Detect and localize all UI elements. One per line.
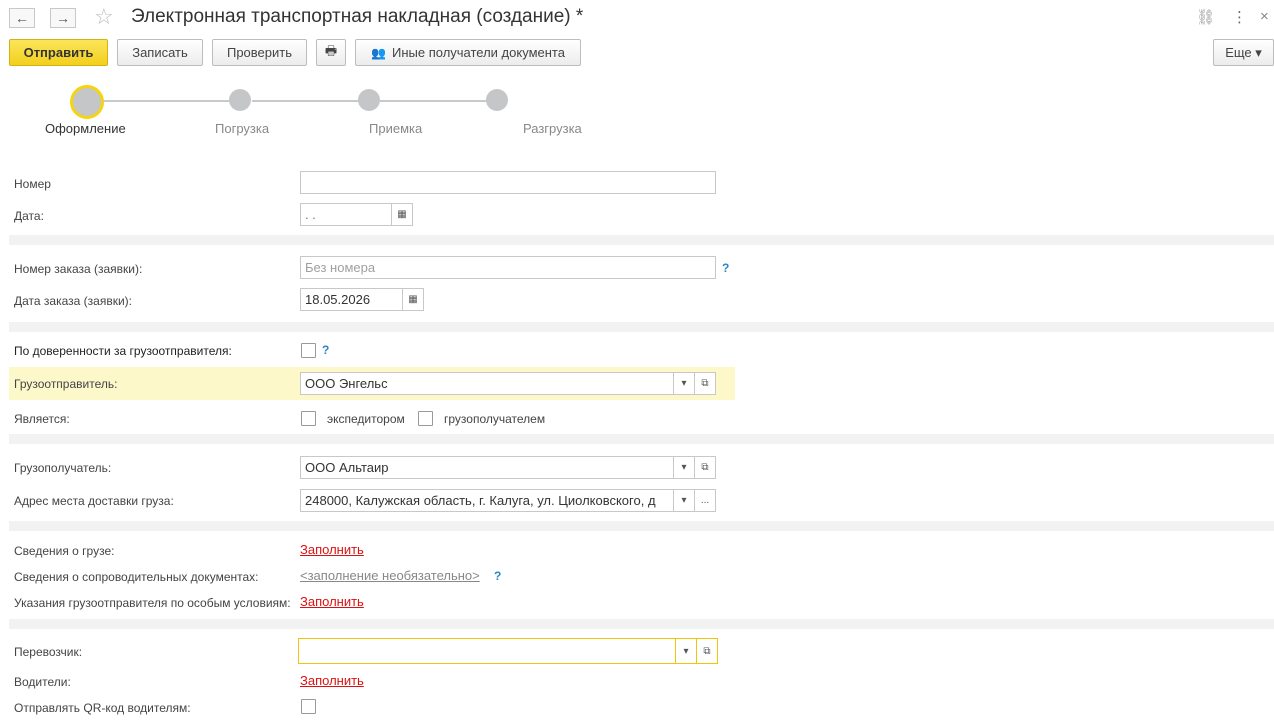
section-divider: [9, 322, 1274, 332]
more-actions-icon[interactable]: ⋮: [1232, 8, 1247, 26]
carrier-label: Перевозчик:: [14, 645, 83, 659]
order-date-calendar-button[interactable]: ▦: [402, 288, 424, 311]
step-dot-acceptance[interactable]: [358, 89, 380, 111]
back-button[interactable]: ←: [9, 8, 35, 28]
step-connector: [252, 100, 362, 102]
number-label: Номер: [14, 177, 51, 191]
forwarder-label[interactable]: экспедитором: [327, 412, 405, 426]
address-dropdown-button[interactable]: ▾: [673, 489, 695, 512]
consignee-input[interactable]: ООО Альтаир: [300, 456, 674, 479]
save-button[interactable]: Записать: [117, 39, 203, 66]
drivers-label: Водители:: [14, 675, 71, 689]
other-recipients-button[interactable]: 👥 Иные получатели документа: [355, 39, 581, 66]
favorite-star-icon[interactable]: ☆: [94, 4, 114, 30]
section-divider: [9, 434, 1274, 444]
consignee-open-button[interactable]: ⧉: [694, 456, 716, 479]
step-label-unloading[interactable]: Разгрузка: [523, 121, 582, 136]
proxy-help-icon[interactable]: ?: [322, 343, 329, 357]
carrier-input[interactable]: [298, 638, 676, 664]
chevron-down-icon: ▾: [681, 495, 687, 506]
address-label: Адрес места доставки груза:: [14, 494, 174, 508]
open-icon: ⧉: [701, 462, 709, 473]
step-label-loading[interactable]: Погрузка: [215, 121, 269, 136]
proxy-label: По доверенности за грузоотправителя:: [14, 344, 232, 358]
open-icon: ⧉: [703, 645, 711, 657]
carrier-dropdown-button[interactable]: ▾: [675, 638, 697, 664]
drivers-fill-link[interactable]: Заполнить: [300, 673, 364, 688]
order-number-input[interactable]: Без номера: [300, 256, 716, 279]
consignee-checkbox[interactable]: [418, 411, 433, 426]
step-dot-unloading[interactable]: [486, 89, 508, 111]
check-button[interactable]: Проверить: [212, 39, 307, 66]
open-icon: ⧉: [701, 378, 709, 389]
cargo-fill-link[interactable]: Заполнить: [300, 542, 364, 557]
order-number-placeholder: Без номера: [305, 260, 376, 275]
step-dot-loading[interactable]: [229, 89, 251, 111]
conditions-label: Указания грузоотправителя по особым усло…: [14, 596, 291, 610]
consignee-checkbox-label[interactable]: грузополучателем: [444, 412, 545, 426]
shipper-input[interactable]: ООО Энгельс: [300, 372, 674, 395]
forwarder-checkbox[interactable]: [301, 411, 316, 426]
is-label: Является:: [14, 412, 70, 426]
shipper-label: Грузоотправитель:: [14, 377, 118, 391]
docs-label: Сведения о сопроводительных документах:: [14, 570, 259, 584]
arrow-right-icon: →: [56, 10, 70, 26]
number-input[interactable]: [300, 171, 716, 194]
address-input[interactable]: 248000, Калужская область, г. Калуга, ул…: [300, 489, 674, 512]
consignee-dropdown-button[interactable]: ▾: [673, 456, 695, 479]
link-icon[interactable]: ⛓: [1196, 8, 1215, 26]
forward-button[interactable]: →: [50, 8, 76, 28]
carrier-open-button[interactable]: ⧉: [696, 638, 718, 664]
step-connector: [380, 100, 490, 102]
step-connector: [96, 100, 232, 102]
qr-checkbox[interactable]: [301, 699, 316, 714]
section-divider: [9, 235, 1274, 245]
print-button[interactable]: 🖶: [316, 39, 346, 66]
shipper-dropdown-button[interactable]: ▾: [673, 372, 695, 395]
printer-icon: 🖶: [324, 42, 338, 58]
docs-help-icon[interactable]: ?: [494, 569, 501, 583]
arrow-left-icon: ←: [15, 10, 29, 26]
step-dot-design[interactable]: [70, 85, 104, 119]
qr-label: Отправлять QR-код водителям:: [14, 701, 191, 715]
step-label-design[interactable]: Оформление: [45, 121, 126, 136]
close-icon[interactable]: ×: [1260, 8, 1269, 25]
date-label: Дата:: [14, 209, 44, 223]
shipper-open-button[interactable]: ⧉: [694, 372, 716, 395]
date-input[interactable]: . .: [300, 203, 392, 226]
cargo-label: Сведения о грузе:: [14, 544, 115, 558]
order-date-input[interactable]: 18.05.2026: [300, 288, 403, 311]
chevron-down-icon: ▾: [681, 378, 687, 389]
users-icon: 👥: [371, 45, 386, 60]
order-date-label: Дата заказа (заявки):: [14, 294, 132, 308]
chevron-down-icon: ▾: [683, 645, 689, 657]
docs-link[interactable]: <заполнение необязательно>: [300, 568, 480, 583]
section-divider: [9, 521, 1274, 531]
proxy-checkbox[interactable]: [301, 343, 316, 358]
step-label-acceptance[interactable]: Приемка: [369, 121, 422, 136]
calendar-icon: ▦: [397, 209, 407, 220]
conditions-fill-link[interactable]: Заполнить: [300, 594, 364, 609]
chevron-down-icon: ▾: [681, 462, 687, 473]
calendar-icon: ▦: [408, 294, 418, 305]
ellipsis-icon: ...: [700, 495, 710, 506]
order-number-label: Номер заказа (заявки):: [14, 262, 143, 276]
more-button[interactable]: Еще ▾: [1213, 39, 1274, 66]
address-select-button[interactable]: ...: [694, 489, 716, 512]
other-recipients-label: Иные получатели документа: [392, 45, 565, 60]
consignee-label: Грузополучатель:: [14, 461, 112, 475]
section-divider: [9, 619, 1274, 629]
date-calendar-button[interactable]: ▦: [391, 203, 413, 226]
send-button[interactable]: Отправить: [9, 39, 108, 66]
order-number-help-icon[interactable]: ?: [722, 261, 729, 275]
page-title: Электронная транспортная накладная (созд…: [131, 6, 584, 27]
